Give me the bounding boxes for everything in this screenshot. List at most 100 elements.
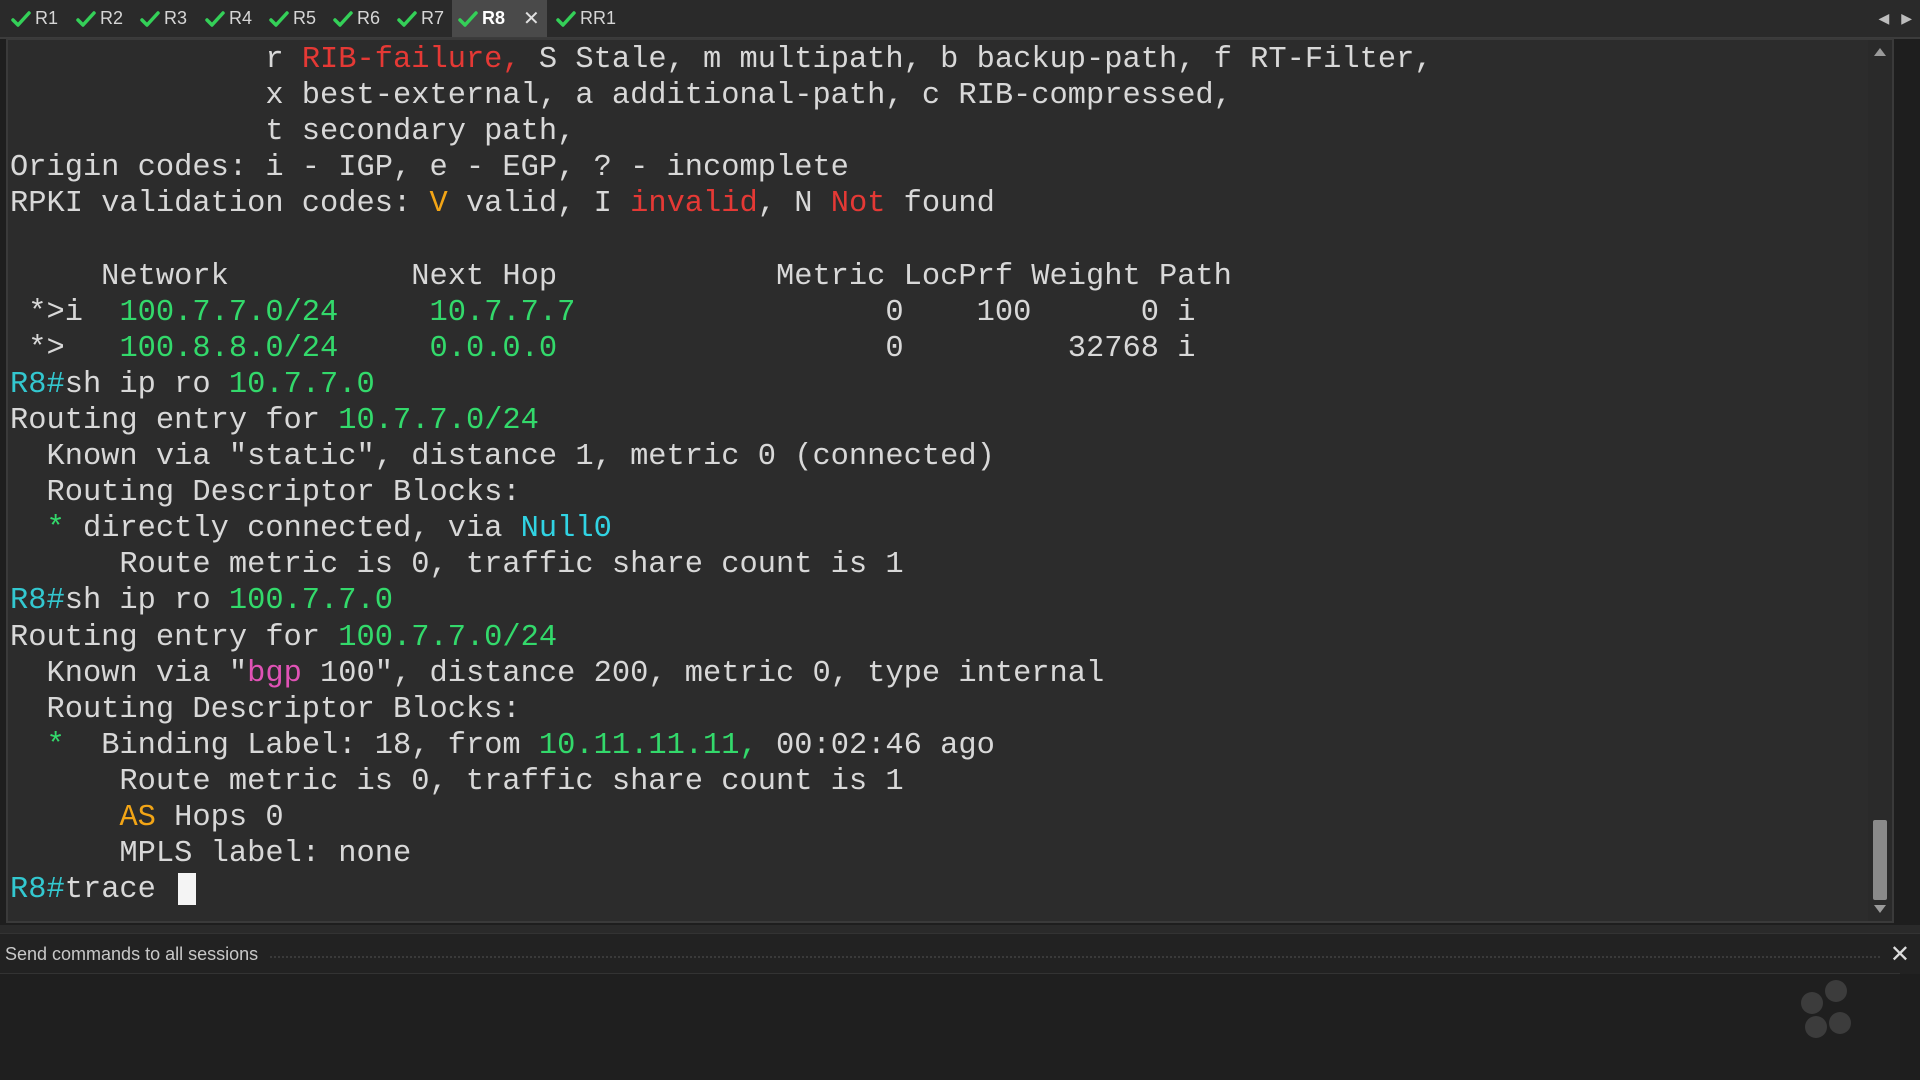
terminal-line: *> 100.8.8.0/24 0.0.0.0 0 32768 i (10, 331, 1433, 367)
tab-label: R8 (482, 8, 506, 28)
drag-handle[interactable] (270, 956, 1880, 958)
terminal-line: * directly connected, via Null0 (10, 511, 1433, 547)
terminal-line: R8#trace (10, 872, 1433, 908)
check-icon (76, 10, 96, 28)
scrollbar-thumb[interactable] (1873, 820, 1887, 900)
terminal-line: MPLS label: none (10, 836, 1433, 872)
terminal-text: Hops 0 (155, 800, 284, 835)
terminal-text: sh ip ro (64, 367, 229, 402)
terminal-window[interactable]: r RIB-failure, S Stale, m multipath, b b… (6, 38, 1894, 923)
terminal-cursor (178, 873, 197, 906)
terminal-text: 100", distance 200, metric 0, type inter… (301, 656, 1105, 691)
tab-close-icon[interactable]: ✕ (523, 6, 540, 31)
tab-scroll-right-icon[interactable]: ▶ (1901, 10, 1912, 27)
terminal-text: * (46, 728, 65, 763)
check-icon (140, 10, 160, 28)
terminal-text: MPLS label: none (10, 837, 412, 872)
terminal-text: sh ip ro (64, 584, 229, 619)
terminal-scrollbar[interactable] (1868, 40, 1892, 921)
terminal-text: valid, I (447, 187, 631, 222)
terminal-text: Routing Descriptor Blocks: (10, 476, 521, 511)
terminal-line: Route metric is 0, traffic share count i… (10, 764, 1433, 800)
terminal-line: r RIB-failure, S Stale, m multipath, b b… (10, 42, 1433, 78)
terminal-line: Routing entry for 10.7.7.0/24 (10, 403, 1433, 439)
terminal-line: * Binding Label: 18, from 10.11.11.11, 0… (10, 728, 1433, 764)
terminal-text: 100.7.7.0 (228, 584, 393, 619)
terminal-text: Null0 (520, 512, 612, 547)
check-icon (205, 10, 225, 28)
terminal-text: * (46, 512, 65, 547)
terminal-line: Known via "bgp 100", distance 200, metri… (10, 656, 1433, 692)
terminal-text: Known via "static", distance 1, metric 0… (10, 440, 995, 475)
send-commands-label: Send commands to all sessions (5, 944, 259, 964)
terminal-text: bgp (247, 656, 302, 691)
send-panel-close-icon[interactable]: ✕ (1890, 940, 1910, 969)
terminal-text: 0.0.0.0 (429, 331, 558, 366)
scroll-down-icon[interactable] (1874, 905, 1886, 913)
terminal-line: Routing entry for 100.7.7.0/24 (10, 620, 1433, 656)
send-commands-header: Send commands to all sessions ✕ (0, 933, 1920, 974)
terminal-text: directly connected, via (64, 512, 521, 547)
terminal-line: Routing Descriptor Blocks: (10, 692, 1433, 728)
tab-scroll-left-icon[interactable]: ◀ (1878, 10, 1889, 27)
terminal-line: RPKI validation codes: V valid, I invali… (10, 186, 1433, 222)
send-commands-input[interactable] (0, 973, 1900, 1080)
terminal-text: S Stale, m multipath, b backup-path, f R… (520, 43, 1433, 77)
tab-label: R1 (35, 8, 59, 28)
terminal-text: *> (10, 331, 120, 366)
terminal-text: 0 100 0 i (575, 295, 1196, 330)
terminal-text: R8# (10, 873, 65, 908)
tab-r1[interactable]: R1 (5, 0, 65, 37)
tab-r7[interactable]: R7 (391, 0, 446, 37)
terminal-text: Route metric is 0, traffic share count i… (10, 548, 904, 583)
scroll-up-icon[interactable] (1874, 48, 1886, 56)
terminal-text: 100.7.7.0/24 (119, 295, 339, 330)
terminal-text: 10.7.7.0 (228, 367, 375, 402)
terminal-line: Network Next Hop Metric LocPrf Weight Pa… (10, 259, 1433, 295)
terminal-line: AS Hops 0 (10, 800, 1433, 836)
terminal-text: Binding Label: 18, from (64, 728, 539, 763)
terminal-line: Route metric is 0, traffic share count i… (10, 547, 1433, 583)
check-icon (397, 10, 417, 28)
terminal-line: R8#sh ip ro 10.7.7.0 (10, 367, 1433, 403)
terminal-text: 00:02:46 ago (757, 728, 995, 763)
terminal-text: AS (119, 800, 156, 835)
check-icon (333, 10, 353, 28)
terminal-text: invalid (630, 187, 758, 222)
terminal-text: found (885, 187, 995, 222)
tab-r5[interactable]: R5 (263, 0, 323, 37)
tab-r8[interactable]: R8 ✕ (452, 0, 547, 37)
terminal-text: 10.7.7.7 (429, 295, 576, 330)
tab-label: RR1 (580, 8, 617, 28)
check-icon (458, 10, 478, 28)
tab-rr1[interactable]: RR1 (550, 0, 620, 37)
pane-divider[interactable] (0, 925, 1920, 933)
tab-r4[interactable]: R4 (199, 0, 259, 37)
terminal-text: *>i (10, 295, 120, 330)
terminal-line: *>i 100.7.7.0/24 10.7.7.7 0 100 0 i (10, 295, 1433, 331)
terminal-text: Not (830, 187, 886, 222)
tab-label: R4 (229, 8, 253, 28)
tab-r6[interactable]: R6 (327, 0, 387, 37)
tab-r2[interactable]: R2 (70, 0, 130, 37)
terminal-text: RPKI validation codes: (10, 187, 430, 222)
check-icon (11, 10, 31, 28)
terminal-line: Known via "static", distance 1, metric 0… (10, 439, 1433, 475)
tab-label: R7 (421, 8, 445, 28)
terminal-output: r RIB-failure, S Stale, m multipath, b b… (10, 42, 1433, 908)
terminal-text: r (10, 43, 302, 77)
check-icon (556, 10, 576, 28)
tab-label: R3 (164, 8, 188, 28)
terminal-text: V (429, 187, 448, 222)
terminal-text: t secondary path, (10, 115, 576, 150)
terminal-text: trace (64, 873, 175, 908)
logo-icon (1795, 974, 1865, 1038)
tab-label: R2 (100, 8, 124, 28)
terminal-text: Routing Descriptor Blocks: (10, 692, 521, 727)
tab-r3[interactable]: R3 (134, 0, 194, 37)
terminal-text: Network Next Hop Metric LocPrf Weight Pa… (10, 259, 1232, 294)
